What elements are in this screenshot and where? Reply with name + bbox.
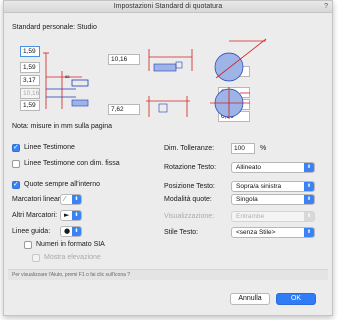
dim-tolleranze-label: Dim. Tolleranze:: [164, 145, 215, 152]
linee-guida-select[interactable]: ● ⬍: [60, 226, 82, 237]
chevron-updown-icon: ⬍: [304, 163, 314, 172]
modalita-value: Singola: [236, 196, 258, 203]
chevron-updown-icon: ⬍: [72, 195, 81, 204]
cancel-button[interactable]: Annulla: [230, 293, 270, 305]
posizione-value: Sopra/a sinistra: [236, 183, 282, 190]
slash-marker-icon: ⁄: [64, 195, 66, 203]
measurement-note: Nota: misure in mm sulla pagina: [12, 123, 112, 130]
chevron-updown-icon: ⬍: [72, 227, 81, 236]
visualizzazione-select[interactable]: Entrambe ⬍: [231, 211, 315, 222]
visualizzazione-label: Visualizzazione:: [164, 213, 215, 220]
marcatori-lineari-label: Marcatori lineari:: [12, 196, 64, 203]
chevron-updown-icon: ⬍: [304, 182, 314, 191]
svg-text:88: 88: [65, 74, 70, 79]
chevron-updown-icon: ⬍: [72, 211, 81, 220]
linee-testimone-fissa-checkbox[interactable]: [12, 160, 20, 168]
chevron-updown-icon: ⬍: [304, 212, 314, 221]
dot-marker-icon: ●: [64, 227, 71, 235]
visualizzazione-value: Entrambe: [236, 213, 265, 220]
chevron-updown-icon: ⬍: [304, 228, 314, 237]
dim-tolleranze-unit: %: [260, 145, 267, 152]
linee-testimone-checkbox[interactable]: [12, 143, 20, 152]
ok-button[interactable]: OK: [276, 293, 316, 305]
rotazione-value: Allineato: [236, 164, 261, 171]
numeri-sia-label: Numeri in formato SIA: [36, 241, 105, 248]
posizione-select[interactable]: Sopra/a sinistra ⬍: [231, 181, 315, 192]
dimension-standards-dialog: Impostazioni Standard di quotatura ? Sta…: [3, 0, 333, 316]
modalita-label: Modalità quote:: [164, 196, 212, 203]
dim-tolleranze-input[interactable]: 100: [231, 143, 255, 154]
stile-value: <senza Stile>: [236, 229, 276, 236]
stile-label: Stile Testo:: [164, 229, 199, 236]
numeri-sia-checkbox[interactable]: [24, 241, 32, 249]
help-hint-bar: Per visualizzare l'Aiuto, premi F1 o fai…: [8, 269, 328, 280]
altri-marcatori-label: Altri Marcatori:: [12, 212, 58, 219]
mostra-elevazione-checkbox[interactable]: [32, 254, 40, 262]
marcatori-lineari-select[interactable]: ⁄ ⬍: [60, 194, 82, 205]
chevron-updown-icon: ⬍: [304, 195, 314, 204]
linee-guida-label: Linee guida:: [12, 228, 51, 235]
rotazione-label: Rotazione Testo:: [164, 164, 217, 171]
modalita-select[interactable]: Singola ⬍: [231, 194, 315, 205]
altri-marcatori-select[interactable]: ► ⬍: [60, 210, 82, 221]
mostra-elevazione-label: Mostra elevazione: [44, 254, 101, 261]
rotazione-select[interactable]: Allineato ⬍: [231, 162, 315, 173]
posizione-label: Posizione Testo:: [164, 183, 215, 190]
stile-select[interactable]: <senza Stile> ⬍: [231, 227, 315, 238]
linee-testimone-label: Linee Testimone: [24, 144, 75, 151]
dimension-diagram: 88: [43, 38, 267, 119]
arrow-marker-icon: ►: [64, 211, 70, 219]
quote-interno-checkbox[interactable]: [12, 180, 20, 189]
quote-interno-label: Quote sempre all'interno: [24, 181, 101, 188]
linee-testimone-fissa-label: Linee Testimone con dim. fissa: [24, 160, 120, 167]
